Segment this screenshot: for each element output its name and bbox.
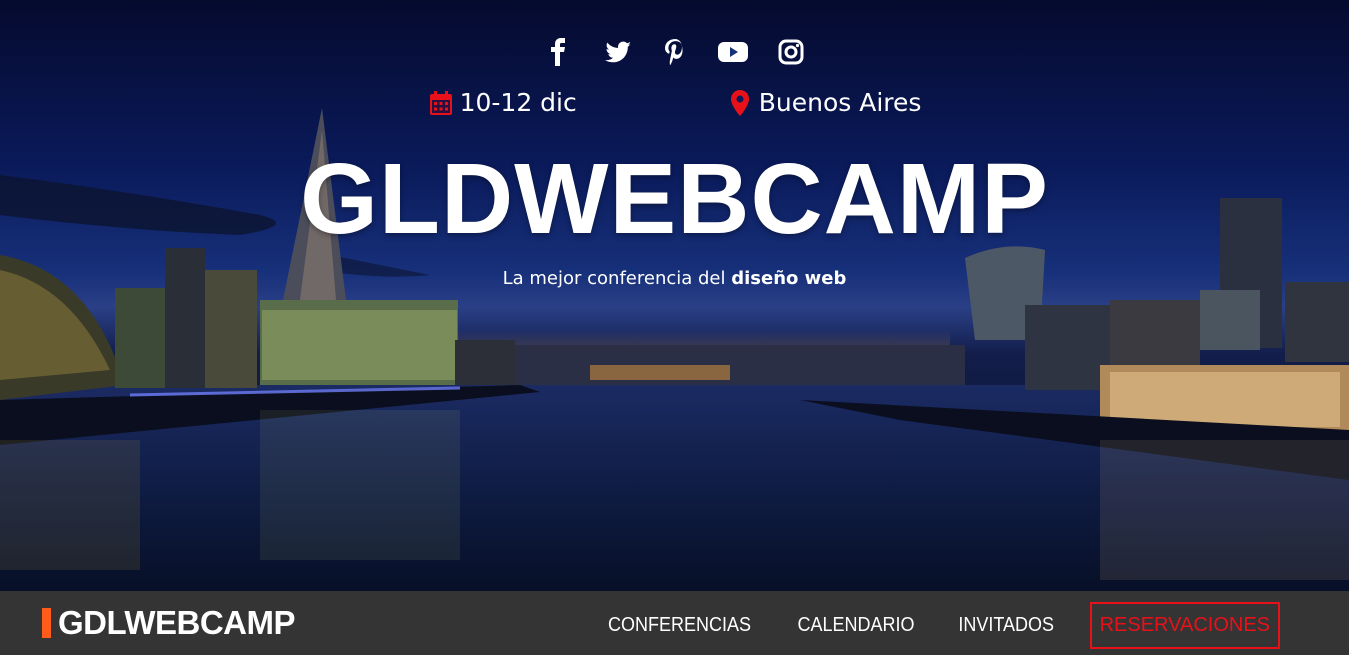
brand-accent-bar bbox=[42, 608, 51, 638]
youtube-link[interactable] bbox=[716, 35, 750, 69]
nav-link-calendario[interactable]: CALENDARIO bbox=[783, 614, 929, 637]
subtitle-emphasis: diseño web bbox=[731, 268, 847, 289]
hero-banner: 10-12 dic Buenos Aires GLDWEBCAMP La mej… bbox=[0, 0, 1349, 591]
subtitle-text: La mejor conferencia del bbox=[502, 268, 732, 289]
nav-links: CONFERENCIAS CALENDARIO INVITADOS RESERV… bbox=[584, 601, 1280, 649]
facebook-link[interactable] bbox=[542, 35, 576, 69]
brand-name: GDLWEBCAMP bbox=[58, 604, 296, 641]
event-info: 10-12 dic Buenos Aires bbox=[0, 88, 1349, 117]
event-location-text: Buenos Aires bbox=[758, 88, 922, 117]
facebook-icon bbox=[550, 38, 565, 66]
event-location: Buenos Aires bbox=[727, 88, 922, 117]
nav-link-invitados[interactable]: INVITADOS bbox=[944, 614, 1068, 637]
instagram-link[interactable] bbox=[774, 35, 808, 69]
map-marker-icon bbox=[730, 89, 749, 116]
instagram-icon bbox=[778, 39, 803, 65]
hero-subtitle: La mejor conferencia del diseño web bbox=[0, 268, 1349, 289]
event-date-text: 10-12 dic bbox=[459, 88, 577, 117]
social-links bbox=[0, 35, 1349, 69]
event-date: 10-12 dic bbox=[428, 88, 577, 117]
calendar-icon bbox=[429, 90, 452, 115]
twitter-icon bbox=[604, 41, 631, 63]
youtube-icon bbox=[717, 42, 748, 62]
reservaciones-button[interactable]: RESERVACIONES bbox=[1089, 601, 1280, 649]
pinterest-link[interactable] bbox=[658, 35, 692, 69]
pinterest-icon bbox=[664, 39, 682, 65]
page-title: GLDWEBCAMP bbox=[300, 143, 1049, 255]
brand-logo[interactable]: GDLWEBCAMP bbox=[42, 604, 296, 641]
main-navbar: GDLWEBCAMP CONFERENCIAS CALENDARIO INVIT… bbox=[0, 591, 1349, 655]
nav-link-conferencias[interactable]: CONFERENCIAS bbox=[594, 614, 766, 637]
twitter-link[interactable] bbox=[600, 35, 634, 69]
